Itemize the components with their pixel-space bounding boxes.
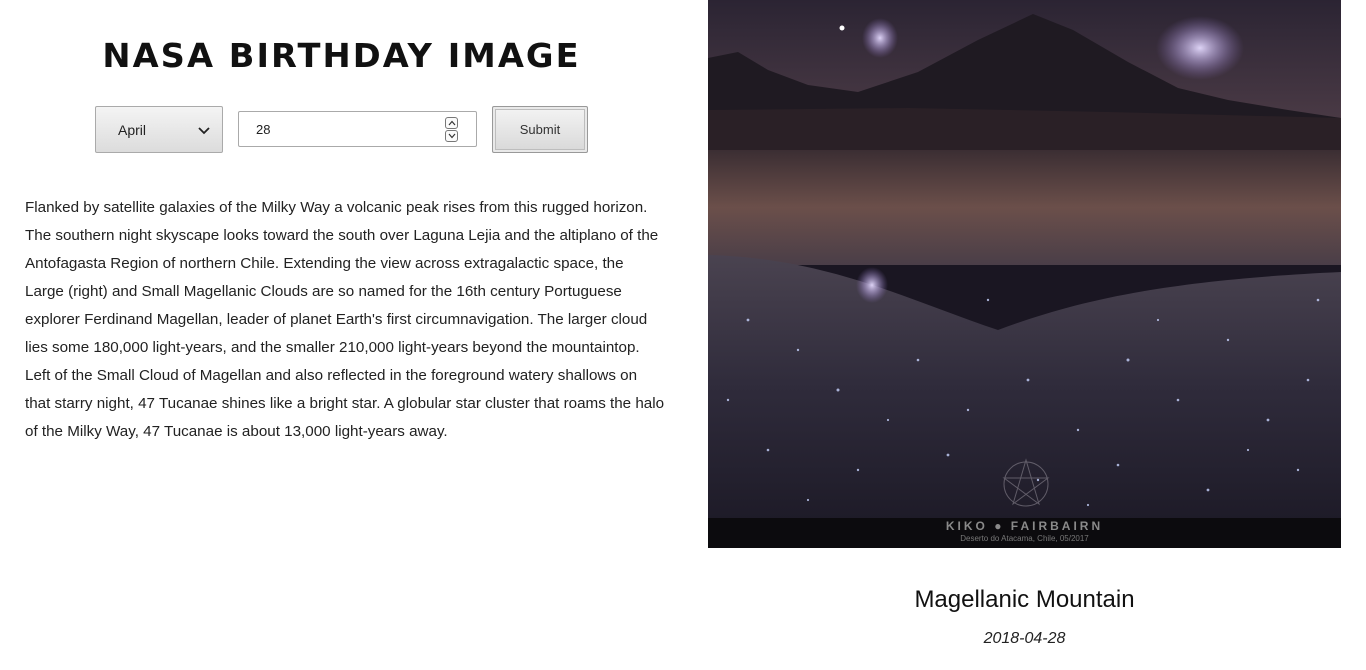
image-location: Deserto do Atacama, Chile, 05/2017 [960,534,1089,543]
chevron-down-icon [198,127,210,135]
submit-button[interactable]: Submit [492,106,588,153]
month-select-value: April [118,121,147,138]
chevron-up-icon[interactable] [445,117,458,129]
month-select[interactable]: April [95,106,223,153]
image-title: Magellanic Mountain [914,586,1135,613]
page-title: NASA BIRTHDAY IMAGE [102,36,581,75]
day-spinner [445,117,459,142]
image-date: 2018-04-28 [983,630,1066,647]
apod-image-graphic [708,0,1341,548]
image-credit: KIKO ● FAIRBAIRN [945,519,1104,533]
image-explanation: Flanked by satellite galaxies of the Mil… [25,199,665,440]
left-panel: NASA BIRTHDAY IMAGE April 28 Submit Flan… [0,0,683,670]
day-input-value: 28 [256,121,271,137]
chevron-down-icon[interactable] [445,130,458,142]
apod-image: KIKO ● FAIRBAIRN Deserto do Atacama, Chi… [708,0,1341,548]
day-input[interactable]: 28 [238,111,477,147]
page: NASA BIRTHDAY IMAGE April 28 Submit Flan… [0,0,1366,670]
